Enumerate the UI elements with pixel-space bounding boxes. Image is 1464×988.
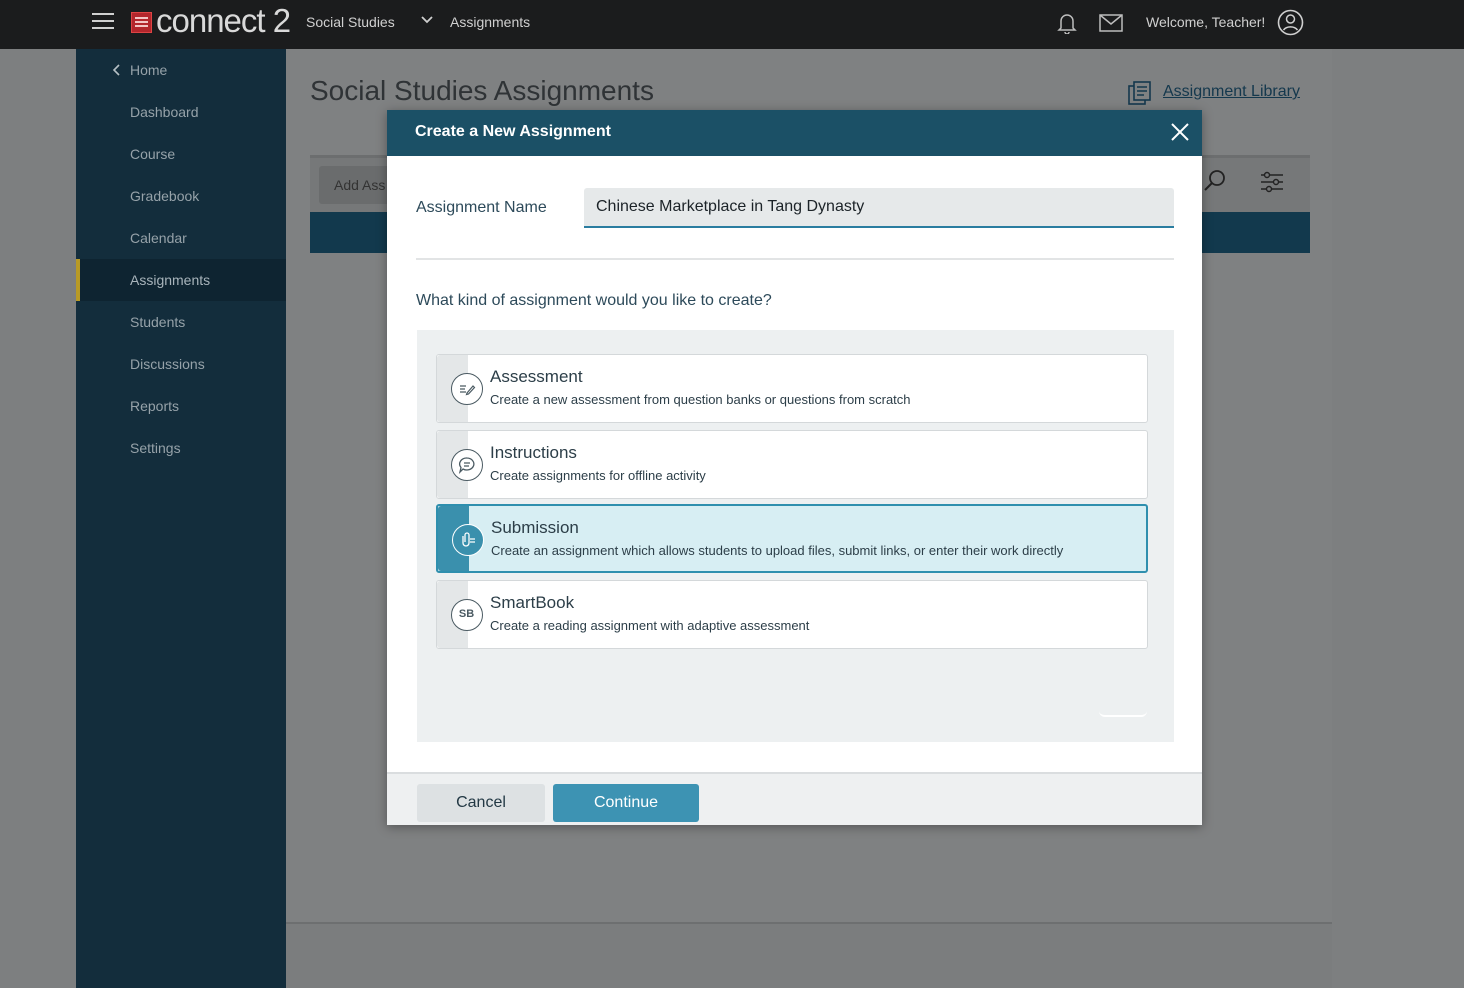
create-assignment-modal: Create a New Assignment Assignment Name … xyxy=(387,110,1202,825)
main-footer-area xyxy=(286,922,1332,988)
sidebar-item-label: Dashboard xyxy=(130,104,199,120)
sidebar-item-settings[interactable]: Settings xyxy=(76,427,286,469)
continue-button[interactable]: Continue xyxy=(553,784,699,822)
modal-footer: Cancel Continue xyxy=(387,772,1202,825)
option-assessment[interactable]: Assessment Create a new assessment from … xyxy=(436,354,1148,423)
pencil-lines-icon xyxy=(451,373,483,405)
sidebar-item-label: Discussions xyxy=(130,356,205,372)
filter-sliders-icon[interactable] xyxy=(1259,170,1285,194)
sidebar-item-assignments[interactable]: Assignments xyxy=(76,259,286,301)
assignment-name-input[interactable] xyxy=(584,188,1174,228)
sidebar-item-discussions[interactable]: Discussions xyxy=(76,343,286,385)
speech-bubble-icon xyxy=(451,449,483,481)
sidebar: Home Dashboard Course Gradebook Calendar… xyxy=(76,49,286,988)
sidebar-item-label: Gradebook xyxy=(130,188,200,204)
smartbook-icon-text: SB xyxy=(458,608,475,620)
option-title: Assessment xyxy=(490,367,583,386)
assignment-type-question: What kind of assignment would you like t… xyxy=(416,292,772,309)
sidebar-item-home[interactable]: Home xyxy=(76,49,286,91)
divider xyxy=(416,258,1174,260)
user-avatar-icon[interactable] xyxy=(1277,9,1304,36)
sidebar-item-gradebook[interactable]: Gradebook xyxy=(76,175,286,217)
publisher-logo-icon xyxy=(131,12,152,33)
sidebar-item-calendar[interactable]: Calendar xyxy=(76,217,286,259)
library-icon[interactable] xyxy=(1127,80,1153,106)
sidebar-item-label: Students xyxy=(130,314,186,330)
sidebar-item-label: Reports xyxy=(130,398,180,414)
modal-header: Create a New Assignment xyxy=(387,110,1202,156)
assignment-library-link[interactable]: Assignment Library xyxy=(1163,83,1300,101)
page-title: Social Studies Assignments xyxy=(310,75,654,106)
app-logo[interactable]: connect 2 xyxy=(156,2,291,40)
search-icon[interactable] xyxy=(1202,168,1228,194)
breadcrumb-assignments[interactable]: Assignments xyxy=(450,14,530,30)
option-instructions[interactable]: Instructions Create assignments for offl… xyxy=(436,430,1148,499)
sidebar-item-label: Course xyxy=(130,146,176,162)
sidebar-item-students[interactable]: Students xyxy=(76,301,286,343)
close-icon[interactable] xyxy=(1169,121,1191,143)
option-title: Instructions xyxy=(490,443,577,462)
sidebar-item-label: Home xyxy=(130,62,168,78)
option-smartbook[interactable]: SB SmartBook Create a reading assignment… xyxy=(436,580,1148,649)
course-name[interactable]: Social Studies xyxy=(306,14,395,30)
menu-icon[interactable] xyxy=(92,13,114,31)
option-description: Create an assignment which allows studen… xyxy=(491,543,1064,558)
paperclip-icon xyxy=(452,524,484,556)
welcome-text: Welcome, Teacher! xyxy=(1146,14,1266,30)
option-description: Create a new assessment from question ba… xyxy=(490,392,911,407)
chevron-left-icon xyxy=(112,64,120,76)
sidebar-item-dashboard[interactable]: Dashboard xyxy=(76,91,286,133)
sidebar-item-reports[interactable]: Reports xyxy=(76,385,286,427)
sidebar-item-label: Settings xyxy=(130,440,181,456)
cancel-button[interactable]: Cancel xyxy=(417,784,545,822)
option-title: Submission xyxy=(491,518,579,537)
option-description: Create a reading assignment with adaptiv… xyxy=(490,618,810,633)
modal-title: Create a New Assignment xyxy=(415,123,611,140)
assignment-name-label: Assignment Name xyxy=(416,199,547,216)
option-submission[interactable]: Submission Create an assignment which al… xyxy=(436,504,1148,573)
chevron-down-icon[interactable] xyxy=(420,13,434,27)
option-title: SmartBook xyxy=(490,593,575,612)
bell-icon[interactable] xyxy=(1057,12,1077,34)
top-bar: connect 2 Social Studies Assignments Wel… xyxy=(0,0,1464,49)
sidebar-item-course[interactable]: Course xyxy=(76,133,286,175)
option-description: Create assignments for offline activity xyxy=(490,468,706,483)
assignment-type-options: Assessment Create a new assessment from … xyxy=(417,330,1174,742)
scroll-indicator xyxy=(1099,711,1147,717)
smartbook-icon: SB xyxy=(451,599,483,631)
sidebar-item-label: Calendar xyxy=(130,230,187,246)
sidebar-item-label: Assignments xyxy=(130,272,211,288)
mail-icon[interactable] xyxy=(1099,14,1123,32)
